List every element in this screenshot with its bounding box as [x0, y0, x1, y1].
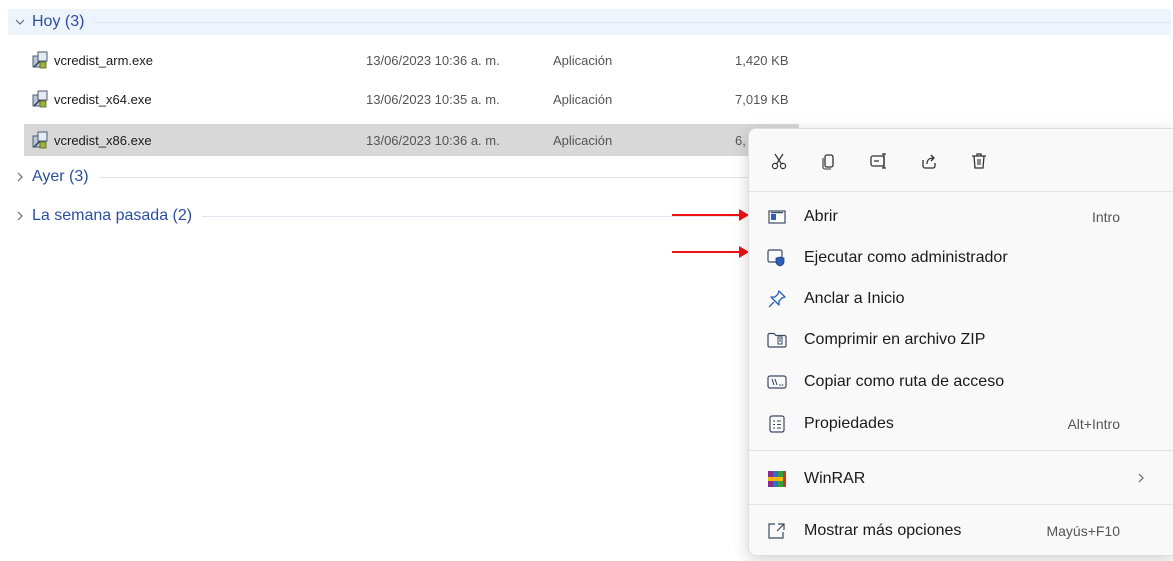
file-date: 13/06/2023 10:36 a. m.: [366, 52, 500, 68]
menu-item-properties[interactable]: Propiedades Alt+Intro: [749, 404, 1173, 444]
pin-icon: [767, 289, 787, 309]
installer-file-icon: [30, 130, 50, 150]
menu-item-label: Copiar como ruta de acceso: [804, 373, 1005, 390]
menu-item-label: Abrir: [804, 208, 838, 225]
installer-file-icon: [30, 89, 50, 109]
chevron-right-icon: [1136, 471, 1146, 487]
context-menu: Abrir Intro Ejecutar como administrador …: [748, 128, 1173, 556]
share-icon[interactable]: [911, 143, 947, 179]
menu-separator: [749, 504, 1173, 505]
copy-icon[interactable]: [811, 143, 847, 179]
file-size: 1,420 KB: [735, 52, 789, 68]
menu-item-label: Comprimir en archivo ZIP: [804, 331, 986, 348]
menu-item-open[interactable]: Abrir Intro: [749, 197, 1173, 237]
menu-item-more-options[interactable]: Mostrar más opciones Mayús+F10: [749, 511, 1173, 551]
file-type: Aplicación: [553, 91, 613, 107]
menu-item-label: Mostrar más opciones: [804, 522, 962, 539]
chevron-right-icon[interactable]: [12, 169, 28, 185]
group-title: Ayer (3): [32, 168, 89, 185]
menu-item-compress-zip[interactable]: Comprimir en archivo ZIP: [749, 320, 1173, 360]
quick-actions-bar: [761, 143, 1011, 179]
delete-icon[interactable]: [961, 143, 997, 179]
copy-path-icon: [767, 372, 787, 392]
menu-item-copy-path[interactable]: Copiar como ruta de acceso: [749, 362, 1173, 402]
annotation-arrow: [672, 209, 749, 221]
rename-icon[interactable]: [861, 143, 897, 179]
run-as-admin-icon: [767, 248, 787, 268]
menu-item-winrar[interactable]: WinRAR: [749, 459, 1173, 499]
winrar-icon: [767, 469, 787, 489]
file-size: 7,019 KB: [735, 91, 789, 107]
menu-separator: [749, 191, 1173, 192]
file-name: vcredist_arm.exe: [54, 52, 153, 68]
file-name: vcredist_x86.exe: [54, 132, 152, 148]
menu-item-label: Propiedades: [804, 415, 894, 432]
file-name: vcredist_x64.exe: [54, 91, 152, 107]
group-divider: [94, 21, 1171, 23]
open-window-icon: [767, 207, 787, 227]
group-header-last-week[interactable]: La semana pasada (2): [8, 203, 768, 229]
chevron-right-icon[interactable]: [12, 208, 28, 224]
menu-item-shortcut: Intro: [1091, 209, 1120, 225]
file-row-selected[interactable]: vcredist_x86.exe 13/06/2023 10:36 a. m. …: [24, 124, 799, 156]
group-title: Hoy (3): [32, 13, 85, 30]
installer-file-icon: [30, 50, 50, 70]
group-title: La semana pasada (2): [32, 207, 193, 224]
menu-separator: [749, 450, 1173, 451]
file-row[interactable]: vcredist_arm.exe 13/06/2023 10:36 a. m. …: [24, 44, 799, 76]
annotation-arrow: [672, 246, 749, 258]
group-header-yesterday[interactable]: Ayer (3): [8, 164, 768, 190]
menu-item-shortcut: Mayús+F10: [1046, 523, 1120, 539]
file-row[interactable]: vcredist_x64.exe 13/06/2023 10:35 a. m. …: [24, 83, 799, 115]
chevron-down-icon[interactable]: [12, 14, 28, 30]
zip-folder-icon: [767, 330, 787, 350]
menu-item-run-as-admin[interactable]: Ejecutar como administrador: [749, 238, 1173, 278]
file-type: Aplicación: [553, 52, 613, 68]
file-type: Aplicación: [553, 132, 613, 148]
properties-icon: [767, 414, 787, 434]
menu-item-shortcut: Alt+Intro: [1067, 416, 1120, 432]
group-header-today[interactable]: Hoy (3): [8, 9, 1171, 35]
file-date: 13/06/2023 10:36 a. m.: [366, 132, 500, 148]
menu-item-label: Ejecutar como administrador: [804, 249, 1008, 266]
more-options-icon: [767, 521, 787, 541]
menu-item-label: WinRAR: [804, 470, 866, 487]
file-date: 13/06/2023 10:35 a. m.: [366, 91, 500, 107]
menu-item-label: Anclar a Inicio: [804, 290, 905, 307]
cut-icon[interactable]: [761, 143, 797, 179]
menu-item-pin-to-start[interactable]: Anclar a Inicio: [749, 279, 1173, 319]
group-divider: [98, 176, 768, 178]
